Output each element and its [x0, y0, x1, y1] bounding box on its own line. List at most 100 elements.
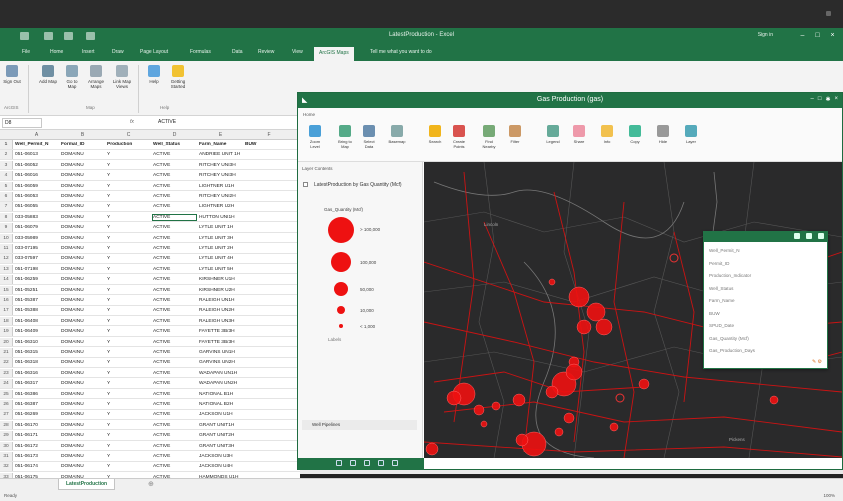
- row-number[interactable]: 2: [0, 150, 13, 159]
- cell[interactable]: ACTIVE: [153, 184, 196, 189]
- cell[interactable]: ACTIVE: [153, 392, 196, 397]
- cell[interactable]: ACTIVE: [153, 402, 196, 407]
- cell[interactable]: ACTIVE: [153, 236, 196, 241]
- cell[interactable]: DOMAINU: [61, 340, 104, 345]
- table-row[interactable]: 11 033-07195 DOMAINU Y ACTIVE LYTLE UNIT 2H: [0, 244, 300, 254]
- cell[interactable]: ACTIVE: [153, 194, 196, 199]
- cell[interactable]: Y: [107, 173, 150, 178]
- cell[interactable]: 051-06052: [15, 163, 58, 168]
- map-button-search[interactable]: Search: [426, 125, 444, 144]
- cell[interactable]: Y: [107, 350, 150, 355]
- maximize-icon[interactable]: □: [818, 96, 822, 103]
- cell[interactable]: DOMAINU: [61, 308, 104, 313]
- cell[interactable]: 051-06171: [15, 433, 58, 438]
- row-number[interactable]: 22: [0, 358, 13, 367]
- cell[interactable]: DOMAINU: [61, 152, 104, 157]
- row-number[interactable]: 29: [0, 431, 13, 440]
- cell[interactable]: DOMAINU: [61, 319, 104, 324]
- go-to-map-button[interactable]: Go to Map: [62, 65, 82, 89]
- cell[interactable]: Y: [107, 267, 150, 272]
- table-row[interactable]: 27 051-06269 DOMAINU Y ACTIVE JACKSON U1H: [0, 410, 300, 420]
- cell[interactable]: DOMAINU: [61, 392, 104, 397]
- column-header[interactable]: B: [60, 132, 105, 138]
- panel-icon[interactable]: [806, 233, 812, 239]
- row-number[interactable]: 30: [0, 441, 13, 451]
- cell[interactable]: KIRSHNER U1H: [199, 277, 242, 282]
- field-item[interactable]: Farm_Name: [709, 298, 735, 303]
- cell[interactable]: JACKSON U3H: [199, 454, 242, 459]
- cell[interactable]: Y: [107, 381, 150, 386]
- cell[interactable]: 051-06316: [15, 371, 58, 376]
- close-icon[interactable]: ×: [834, 96, 838, 103]
- field-item[interactable]: Gas_Quantity (Mcf): [709, 336, 749, 341]
- cell[interactable]: 051-06315: [15, 350, 58, 355]
- map-tool-icon[interactable]: [336, 460, 342, 466]
- row-number[interactable]: 11: [0, 244, 13, 253]
- field-item[interactable]: SPUD_Date: [709, 323, 734, 328]
- cell[interactable]: 051-06055: [15, 204, 58, 209]
- cell[interactable]: DOMAINU: [61, 194, 104, 199]
- cell[interactable]: Y: [107, 340, 150, 345]
- cell[interactable]: ACTIVE: [153, 329, 196, 334]
- tab-insert[interactable]: Insert: [82, 49, 95, 55]
- cell[interactable]: DOMAINU: [61, 298, 104, 303]
- cell[interactable]: Y: [107, 454, 150, 459]
- cell[interactable]: DOMAINU: [61, 236, 104, 241]
- row-number[interactable]: 8: [0, 212, 13, 222]
- row-number[interactable]: 28: [0, 420, 13, 430]
- table-row[interactable]: 32 051-06174 DOMAINU Y ACTIVE JACKSON U4H: [0, 462, 300, 472]
- cell[interactable]: 051-06013: [15, 152, 58, 157]
- cell[interactable]: LIGHTNER U2H: [199, 204, 242, 209]
- row-number[interactable]: 12: [0, 254, 13, 263]
- cell[interactable]: DOMAINU: [61, 402, 104, 407]
- cell[interactable]: Y: [107, 184, 150, 189]
- cell[interactable]: 051-06408: [15, 319, 58, 324]
- column-header[interactable]: D: [152, 132, 197, 138]
- table-row[interactable]: 21 051-06315 DOMAINU Y ACTIVE GARVINS UN1H: [0, 348, 300, 358]
- cell[interactable]: NATIONAL B2H: [199, 402, 242, 407]
- cell[interactable]: ACTIVE: [153, 152, 196, 157]
- restore-icon[interactable]: □: [813, 31, 822, 40]
- cell[interactable]: RALEIGH UN3H: [199, 319, 242, 324]
- field-item[interactable]: Well_Status: [709, 286, 733, 291]
- cell[interactable]: RITCHEY UNI2H: [199, 194, 242, 199]
- tab-file[interactable]: File: [22, 49, 30, 55]
- cell[interactable]: Farm_Name: [199, 142, 242, 147]
- cell[interactable]: ACTIVE: [153, 381, 196, 386]
- cell[interactable]: LYTLE UNIT 2H: [199, 246, 242, 251]
- cell[interactable]: RITCHEY UNI3H: [199, 173, 242, 178]
- sign-out-button[interactable]: Sign Out: [2, 65, 22, 84]
- table-row[interactable]: 4 051-06016 DOMAINU Y ACTIVE RITCHEY UNI3H: [0, 171, 300, 181]
- cell[interactable]: Y: [107, 204, 150, 209]
- cell[interactable]: ACTIVE: [153, 350, 196, 355]
- table-row[interactable]: 29 051-06171 DOMAINU Y ACTIVE GRANT UNIT2H: [0, 431, 300, 441]
- cell[interactable]: DOMAINU: [61, 288, 104, 293]
- row-number[interactable]: 13: [0, 264, 13, 274]
- cell[interactable]: DOMAINU: [61, 360, 104, 365]
- cell[interactable]: Y: [107, 225, 150, 230]
- cell[interactable]: 051-05387: [15, 298, 58, 303]
- cell[interactable]: DOMAINU: [61, 454, 104, 459]
- cell[interactable]: ACTIVE: [153, 444, 196, 449]
- map-tool-icon[interactable]: [392, 460, 398, 466]
- table-row[interactable]: 5 051-06059 DOMAINU Y ACTIVE LIGHTNER U1H: [0, 181, 300, 192]
- row-number[interactable]: 16: [0, 296, 13, 305]
- table-row[interactable]: 18 051-06408 DOMAINU Y ACTIVE RALEIGH UN3H: [0, 316, 300, 327]
- field-item[interactable]: Production_Indicator: [709, 273, 751, 278]
- getting-started-button[interactable]: Getting Started: [168, 65, 188, 89]
- cell[interactable]: 051-06269: [15, 412, 58, 417]
- map-button-filter[interactable]: Filter: [506, 125, 524, 144]
- help-button[interactable]: Help: [144, 65, 164, 84]
- cell[interactable]: 051-05388: [15, 308, 58, 313]
- cell[interactable]: GARVINS UN2H: [199, 360, 242, 365]
- map-tool-icon[interactable]: [350, 460, 356, 466]
- cell[interactable]: Y: [107, 152, 150, 157]
- row-number[interactable]: 4: [0, 171, 13, 180]
- cell[interactable]: Y: [107, 194, 150, 199]
- cell[interactable]: 033-05883: [15, 215, 58, 220]
- cell[interactable]: ACTIVE: [153, 298, 196, 303]
- map-button-bring-to-map[interactable]: Bring to Map: [336, 125, 354, 149]
- map-tool-icon[interactable]: [378, 460, 384, 466]
- cell[interactable]: 033-07195: [15, 246, 58, 251]
- link-map-views-button[interactable]: Link Map Views: [112, 65, 132, 89]
